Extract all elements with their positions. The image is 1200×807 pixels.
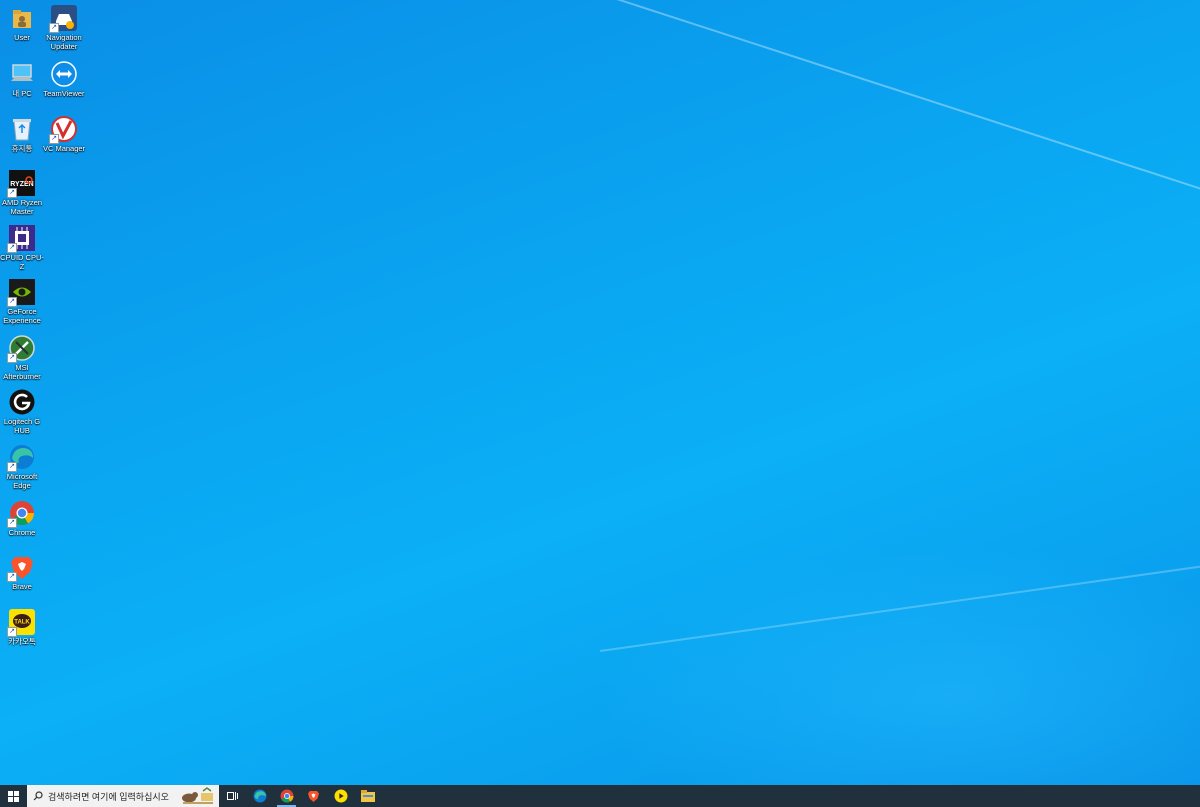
- wallpaper-light-beam: [499, 0, 1200, 241]
- desktop-icon-amd-ryzen-master[interactable]: RYZEN ↗ AMD Ryzen Master: [0, 169, 44, 216]
- desktop-icon-teamviewer[interactable]: TeamViewer: [42, 60, 86, 99]
- search-placeholder: 검색하려면 여기에 입력하십시오: [48, 791, 169, 802]
- desktop-icon-label: 카카오톡: [8, 637, 36, 646]
- taskbar-chrome[interactable]: [273, 785, 300, 807]
- desktop-icon-label: Chrome: [8, 528, 36, 537]
- task-view-button[interactable]: [219, 785, 246, 807]
- search-highlight-doodle-icon: [179, 787, 217, 805]
- file-explorer-icon: [360, 790, 375, 802]
- desktop-icon-label: MSI Afterburner: [3, 363, 41, 381]
- start-button[interactable]: [0, 785, 27, 807]
- desktop-icon-label: VC Manager: [42, 144, 86, 153]
- desktop-icon-cpu-z[interactable]: ↗ CPUID CPU-Z: [0, 224, 44, 271]
- desktop-icon-this-pc[interactable]: 내 PC: [0, 60, 44, 99]
- taskbar-file-explorer[interactable]: [354, 785, 381, 807]
- shortcut-arrow-icon: ↗: [49, 23, 59, 33]
- taskbar-search-box[interactable]: 검색하려면 여기에 입력하십시오: [27, 785, 219, 807]
- chrome-icon: ↗: [7, 499, 36, 528]
- shortcut-arrow-icon: ↗: [7, 353, 17, 363]
- cpu-z-icon: ↗: [7, 224, 36, 253]
- edge-icon: [253, 789, 266, 803]
- desktop-icon-logitech-g-hub[interactable]: Logitech G HUB: [0, 388, 44, 435]
- svg-text:TALK: TALK: [14, 620, 30, 626]
- kakaotalk-icon: [334, 789, 347, 803]
- desktop-icon-chrome[interactable]: ↗ Chrome: [0, 499, 44, 538]
- edge-icon: ↗: [7, 443, 36, 472]
- shortcut-arrow-icon: ↗: [7, 188, 17, 198]
- vc-manager-icon: ↗: [49, 115, 78, 144]
- shortcut-arrow-icon: ↗: [7, 572, 17, 582]
- desktop-icon-label: GeForce Experience: [3, 307, 41, 325]
- user-folder-icon: [8, 4, 36, 32]
- amd-ryzen-master-icon: RYZEN ↗: [7, 169, 36, 198]
- desktop-icon-label: TeamViewer: [43, 89, 85, 98]
- logitech-g-hub-icon: [8, 388, 36, 416]
- taskbar: 검색하려면 여기에 입력하십시오: [0, 785, 1200, 807]
- desktop-icon-label: Microsoft Edge: [6, 472, 38, 490]
- teamviewer-icon: [50, 60, 78, 88]
- desktop-icon-recycle-bin[interactable]: 휴지통: [0, 115, 44, 154]
- task-view-icon: [226, 792, 238, 800]
- windows-logo-icon: [8, 790, 19, 802]
- shortcut-arrow-icon: ↗: [7, 243, 17, 253]
- shortcut-arrow-icon: ↗: [49, 134, 59, 144]
- recycle-bin-icon: [8, 115, 36, 143]
- desktop-icon-user[interactable]: User: [0, 4, 44, 43]
- desktop: User ↗ Navigation Updater 내 PC TeamViewe…: [0, 0, 1200, 785]
- desktop-icon-label: AMD Ryzen Master: [1, 198, 42, 216]
- taskbar-kakaotalk[interactable]: [327, 785, 354, 807]
- brave-icon: ↗: [7, 553, 36, 582]
- desktop-icon-label: CPUID CPU-Z: [0, 253, 44, 271]
- taskbar-brave[interactable]: [300, 785, 327, 807]
- wallpaper-glow: [600, 545, 1200, 785]
- desktop-icon-brave[interactable]: ↗ Brave: [0, 553, 44, 592]
- desktop-icon-vc-manager[interactable]: ↗ VC Manager: [42, 115, 86, 154]
- desktop-icon-kakaotalk[interactable]: TALK ↗ 카카오톡: [0, 608, 44, 647]
- shortcut-arrow-icon: ↗: [7, 518, 17, 528]
- shortcut-arrow-icon: ↗: [7, 462, 17, 472]
- shortcut-arrow-icon: ↗: [7, 627, 17, 637]
- desktop-icon-geforce-experience[interactable]: ↗ GeForce Experience: [0, 278, 44, 325]
- brave-icon: [308, 791, 319, 802]
- desktop-icon-label: Navigation Updater: [46, 33, 82, 51]
- desktop-icon-label: Brave: [12, 582, 32, 591]
- search-icon: [33, 791, 43, 801]
- this-pc-icon: [8, 60, 36, 88]
- desktop-icon-msi-afterburner[interactable]: ↗ MSI Afterburner: [0, 334, 44, 381]
- navigation-updater-icon: ↗: [49, 4, 78, 33]
- geforce-experience-icon: ↗: [7, 278, 36, 307]
- chrome-icon: [280, 789, 293, 803]
- msi-afterburner-icon: ↗: [7, 334, 36, 363]
- desktop-icon-label: Logitech G HUB: [3, 417, 41, 435]
- desktop-icon-navigation-updater[interactable]: ↗ Navigation Updater: [42, 4, 86, 51]
- taskbar-edge[interactable]: [246, 785, 273, 807]
- shortcut-arrow-icon: ↗: [7, 297, 17, 307]
- desktop-icon-microsoft-edge[interactable]: ↗ Microsoft Edge: [0, 443, 44, 490]
- kakaotalk-icon: TALK ↗: [7, 608, 36, 637]
